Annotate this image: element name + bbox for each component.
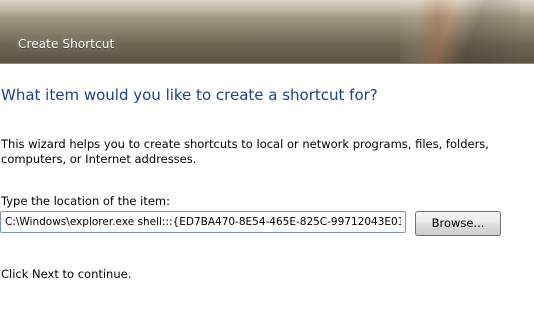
page-heading: What item would you like to create a sho… bbox=[1, 86, 378, 104]
browse-button[interactable]: Browse... bbox=[415, 211, 501, 236]
window-title: Create Shortcut bbox=[18, 37, 115, 51]
location-label: Type the location of the item: bbox=[1, 194, 171, 208]
continue-note: Click Next to continue. bbox=[1, 267, 132, 281]
header-decoration bbox=[400, 0, 520, 63]
wizard-header: Create Shortcut bbox=[0, 0, 534, 64]
location-input[interactable] bbox=[0, 211, 406, 233]
wizard-description: This wizard helps you to create shortcut… bbox=[1, 137, 489, 166]
